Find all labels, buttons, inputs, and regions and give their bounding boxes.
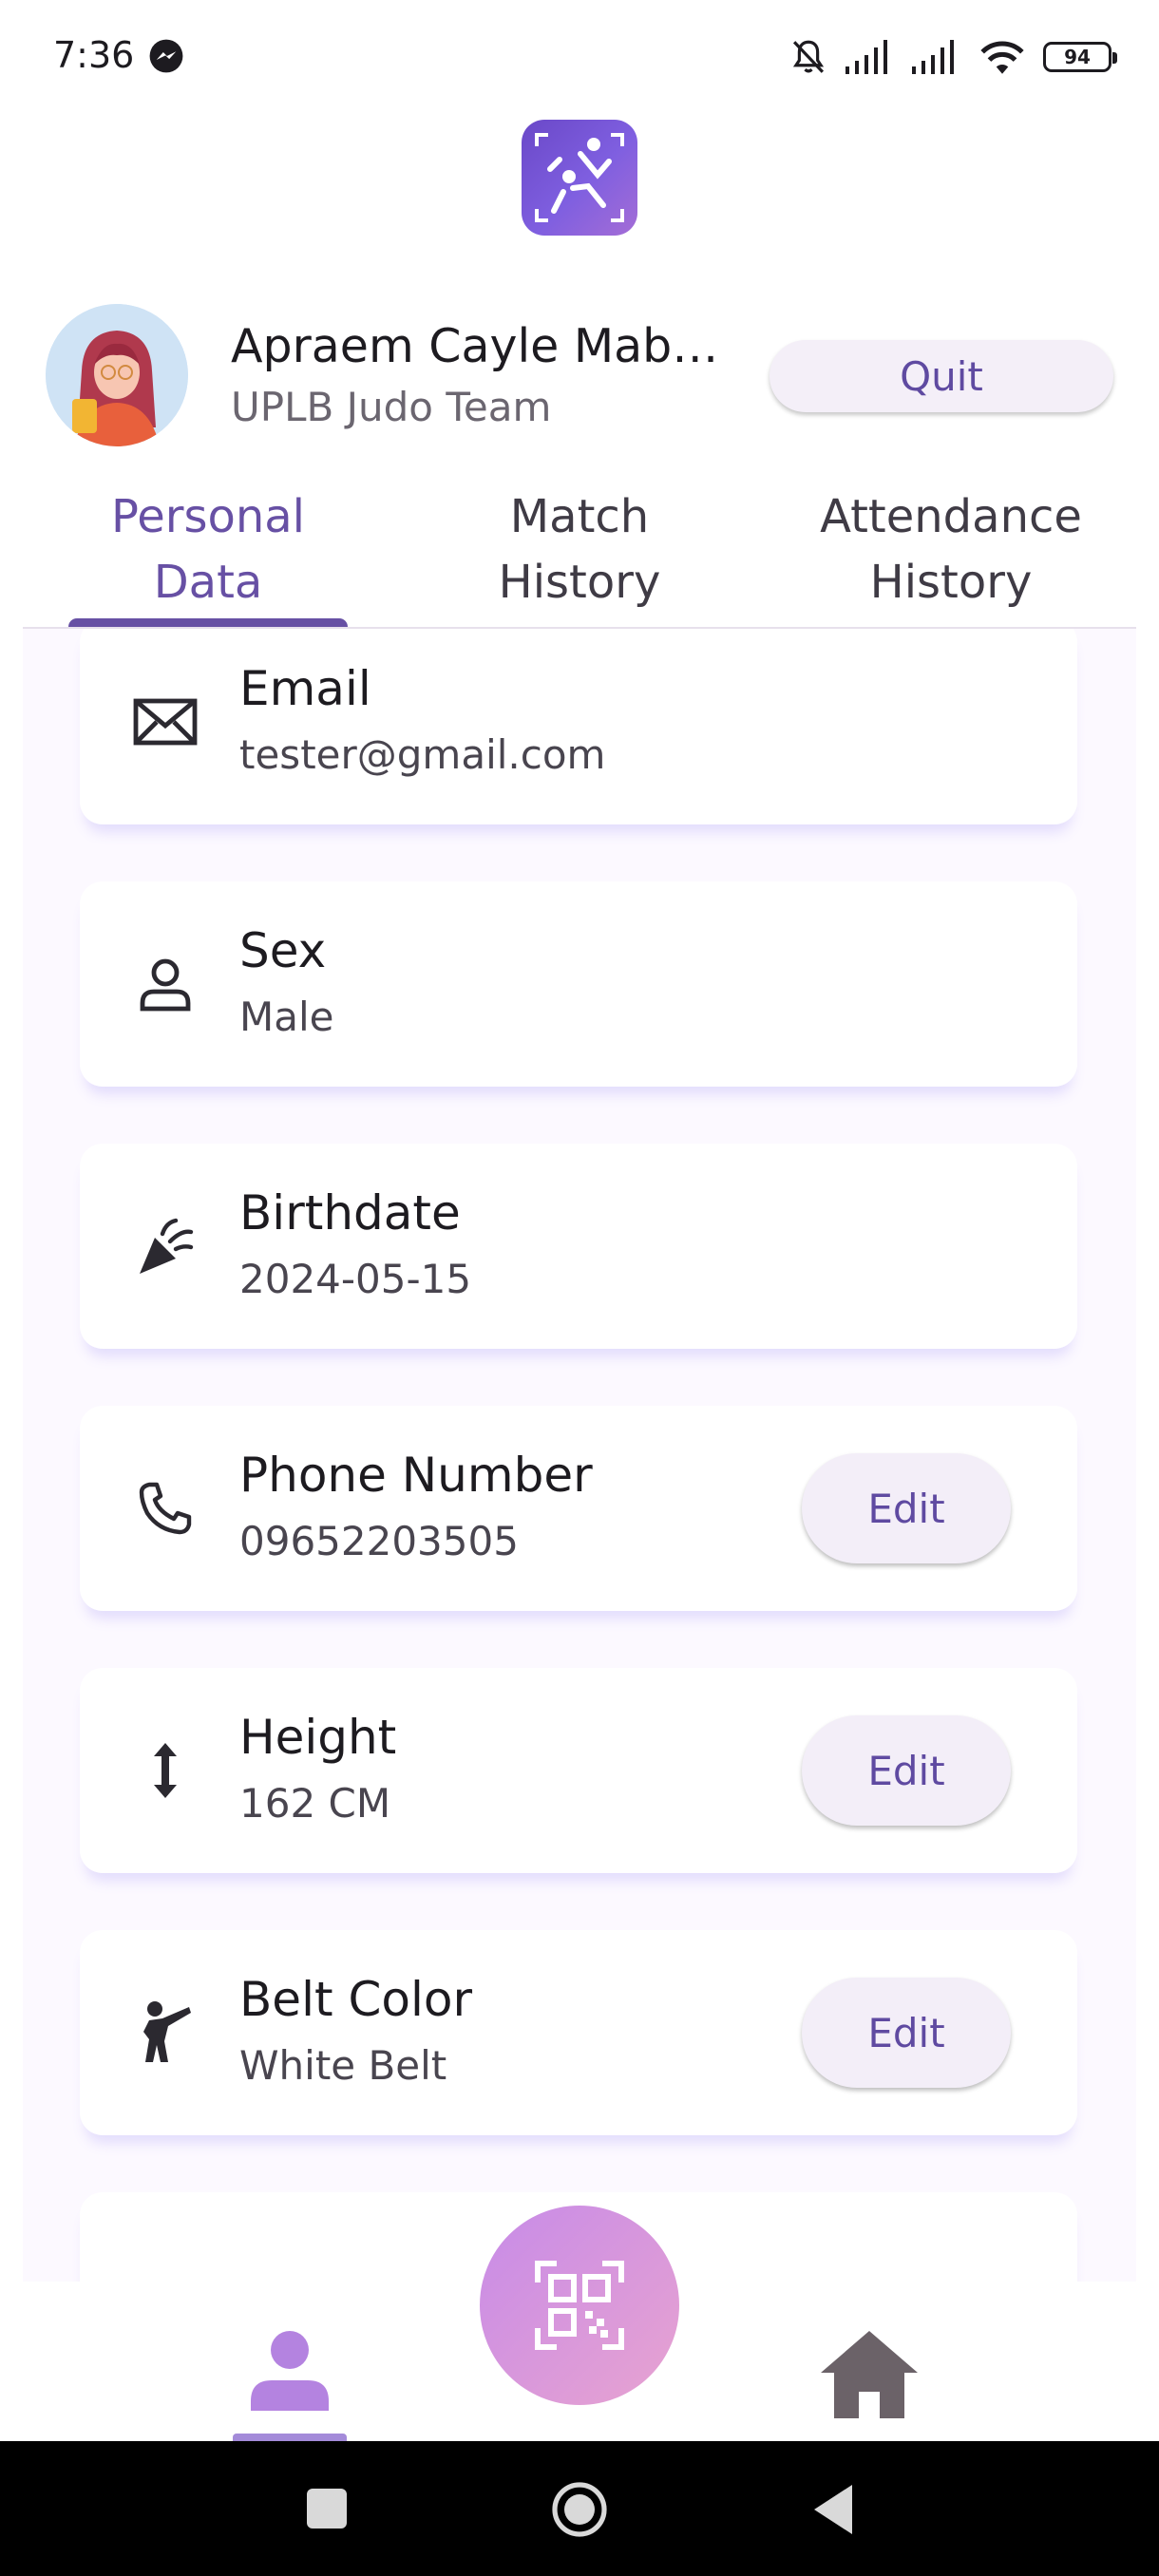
status-time: 7:36 (53, 34, 135, 76)
home-icon[interactable] (817, 2327, 922, 2422)
wifi-icon (980, 41, 1024, 74)
person-icon (129, 948, 201, 1020)
tab-attendance-history[interactable]: Attendance History (766, 475, 1136, 627)
list-item-height: Height 162 CM Edit (80, 1668, 1077, 1873)
field-title: Belt Color (239, 1972, 472, 2027)
field-title: Sex (239, 923, 327, 978)
field-title: Height (239, 1710, 397, 1765)
profile-name: Apraem Cayle Maba... (231, 319, 744, 373)
tab-label: Match History (498, 490, 661, 609)
profile-team: UPLB Judo Team (231, 384, 552, 430)
mail-icon (129, 686, 201, 758)
field-value: 09652203505 (239, 1518, 519, 1564)
tab-personal-data[interactable]: Personal Data (23, 475, 393, 627)
nav-profile-button[interactable] (233, 2329, 347, 2441)
field-value: tester@gmail.com (239, 731, 606, 778)
qr-scan-icon (535, 2261, 624, 2350)
tab-active-indicator (68, 618, 348, 627)
list-item-belt-color: Belt Color White Belt Edit (80, 1930, 1077, 2135)
edit-belt-color-button[interactable]: Edit (802, 1978, 1011, 2088)
tab-bar: Personal Data Match History Attendance H… (23, 475, 1136, 629)
personal-data-list[interactable]: Email tester@gmail.com Sex Male Birthdat… (23, 629, 1136, 2282)
app-logo (522, 120, 637, 236)
status-bar: 7:36 94 (0, 0, 1159, 114)
tab-label: Personal Data (110, 490, 306, 609)
list-item-birthdate: Birthdate 2024-05-15 (80, 1144, 1077, 1349)
bell-off-icon (792, 40, 825, 73)
list-item-email: Email tester@gmail.com (80, 629, 1077, 824)
avatar (46, 304, 188, 446)
status-icons: 94 (788, 36, 1117, 78)
list-item-phone-number: Phone Number 09652203505 Edit (80, 1406, 1077, 1611)
field-title: Phone Number (239, 1448, 593, 1503)
back-icon[interactable] (810, 2483, 854, 2536)
phone-icon (129, 1472, 201, 1544)
field-value: Male (239, 994, 334, 1040)
system-nav-bar (0, 2441, 1159, 2576)
battery-indicator: 94 (1043, 42, 1117, 72)
list-item-sex: Sex Male (80, 881, 1077, 1087)
field-title: Email (239, 661, 371, 716)
field-value: 162 CM (239, 1780, 391, 1827)
martial-arts-kick-icon (129, 1997, 201, 2069)
recents-icon[interactable] (307, 2489, 347, 2529)
home-circle-icon[interactable] (551, 2481, 608, 2538)
nav-active-indicator (233, 2434, 347, 2441)
tab-label: Attendance History (820, 490, 1082, 609)
quit-button[interactable]: Quit (770, 340, 1113, 412)
field-title: Birthdate (239, 1185, 461, 1241)
party-popper-icon (129, 1210, 201, 1282)
messenger-icon (149, 39, 183, 73)
signal-icon (846, 40, 887, 74)
height-arrows-icon (129, 1734, 201, 1807)
edit-phone-button[interactable]: Edit (802, 1453, 1011, 1563)
field-value: White Belt (239, 2042, 447, 2089)
judo-logo-icon (535, 133, 624, 222)
edit-height-button[interactable]: Edit (802, 1715, 1011, 1826)
field-value: 2024-05-15 (239, 1256, 472, 1302)
tab-match-history[interactable]: Match History (394, 475, 765, 627)
signal-icon-2 (912, 40, 954, 74)
qr-scan-button[interactable] (480, 2206, 679, 2405)
profile-icon (251, 2331, 329, 2411)
